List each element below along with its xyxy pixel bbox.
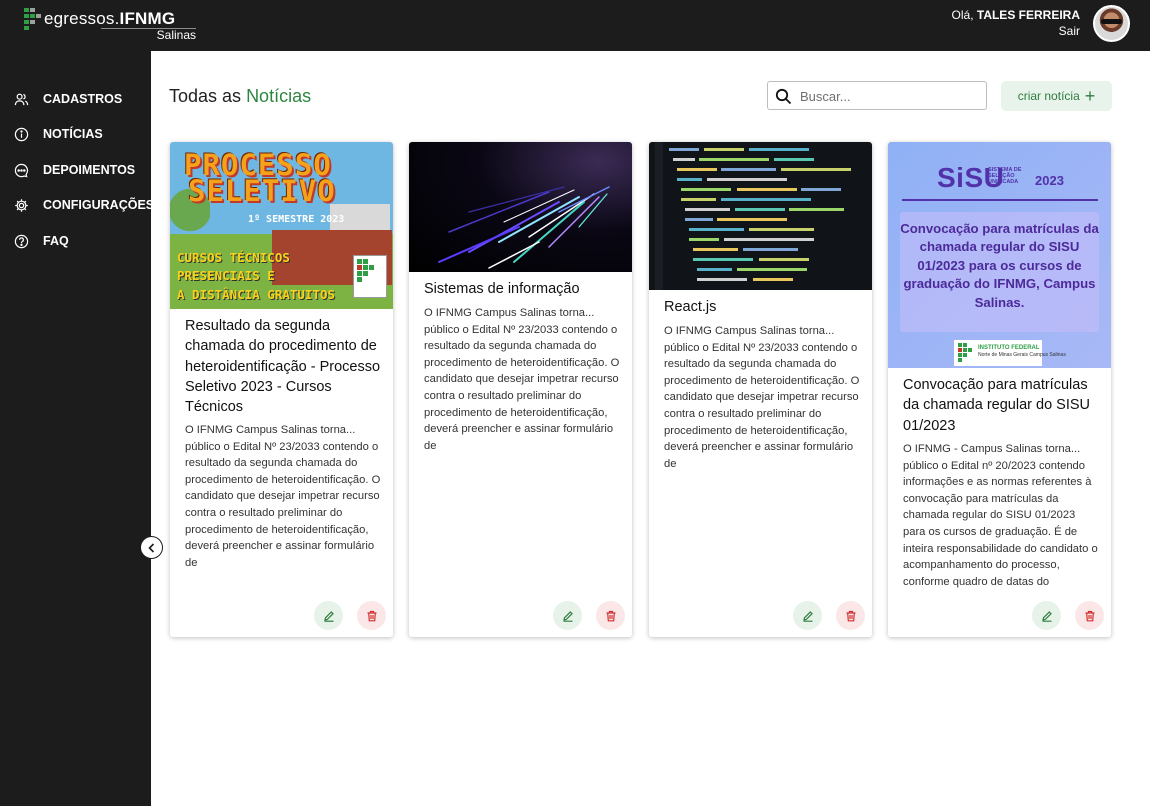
brand-logo[interactable]: egressos.IFNMG Salinas bbox=[24, 7, 196, 45]
search-box[interactable] bbox=[767, 81, 987, 110]
sidebar: CADASTROS NOTÍCIAS DEPOIMENTOS CONFIGURA… bbox=[0, 51, 154, 806]
trash-icon bbox=[606, 610, 615, 621]
delete-button[interactable] bbox=[1075, 601, 1104, 630]
trash-icon bbox=[367, 610, 376, 621]
edit-button[interactable] bbox=[553, 601, 582, 630]
page-title: Todas as Notícias bbox=[169, 86, 312, 106]
news-title[interactable]: React.js bbox=[664, 297, 860, 317]
news-excerpt: O IFNMG Campus Salinas torna... público … bbox=[424, 307, 620, 452]
sidebar-item-label: NOTÍCIAS bbox=[43, 127, 103, 141]
sidebar-item-noticias[interactable]: NOTÍCIAS bbox=[14, 124, 103, 144]
edit-button[interactable] bbox=[793, 601, 822, 630]
pencil-icon bbox=[802, 610, 813, 622]
trash-icon bbox=[1085, 610, 1094, 621]
create-news-label: criar notícia bbox=[1017, 89, 1080, 103]
news-image: PROCESSO SELETIVO 1º SEMESTRE 2023 CURSO… bbox=[170, 142, 393, 309]
brand-name: egressos.IFNMG bbox=[44, 9, 176, 28]
sidebar-item-label: CONFIGURAÇÕES bbox=[43, 198, 155, 212]
plus-icon: + bbox=[1084, 86, 1096, 106]
sidebar-item-depoimentos[interactable]: DEPOIMENTOS bbox=[14, 160, 135, 180]
logout-link[interactable]: Sair bbox=[952, 23, 1080, 39]
pencil-icon bbox=[323, 610, 334, 622]
news-card[interactable]: PROCESSO SELETIVO 1º SEMESTRE 2023 CURSO… bbox=[170, 142, 393, 637]
search-input[interactable] bbox=[800, 86, 980, 106]
chevron-left-icon bbox=[147, 542, 154, 553]
news-excerpt: O IFNMG Campus Salinas torna... público … bbox=[185, 424, 381, 569]
delete-button[interactable] bbox=[357, 601, 386, 630]
help-icon bbox=[14, 234, 29, 248]
info-icon bbox=[14, 127, 29, 141]
edit-button[interactable] bbox=[314, 601, 343, 630]
chat-icon bbox=[14, 163, 29, 177]
sidebar-item-cadastros[interactable]: CADASTROS bbox=[14, 89, 122, 109]
news-image: SiSU SISTEMA DE SELEÇÃO UNIFICADA 2023 C… bbox=[888, 142, 1111, 368]
edit-button[interactable] bbox=[1032, 601, 1061, 630]
sidebar-item-label: DEPOIMENTOS bbox=[43, 163, 136, 177]
news-card[interactable]: React.js O IFNMG Campus Salinas torna...… bbox=[649, 142, 872, 637]
sidebar-item-configuracoes[interactable]: CONFIGURAÇÕES bbox=[14, 195, 154, 215]
news-card[interactable]: Sistemas de informação O IFNMG Campus Sa… bbox=[409, 142, 632, 637]
user-info: Olá, TALES FERREIRA Sair bbox=[952, 7, 1080, 39]
news-image bbox=[649, 142, 872, 290]
users-icon bbox=[14, 93, 29, 105]
pencil-icon bbox=[562, 610, 573, 622]
user-name: TALES FERREIRA bbox=[976, 8, 1080, 22]
news-excerpt: O IFNMG Campus Salinas torna... público … bbox=[664, 325, 860, 470]
top-bar: egressos.IFNMG Salinas Olá, TALES FERREI… bbox=[0, 0, 1150, 51]
search-icon bbox=[775, 88, 792, 105]
sidebar-item-faq[interactable]: FAQ bbox=[14, 231, 69, 251]
institution-seal-icon bbox=[353, 255, 387, 298]
avatar[interactable] bbox=[1093, 5, 1130, 42]
news-title[interactable]: Sistemas de informação bbox=[424, 279, 620, 299]
user-greeting: Olá, bbox=[951, 8, 974, 22]
institution-seal: INSTITUTO FEDERAL Norte de Minas Gerais C… bbox=[954, 340, 1066, 366]
news-title[interactable]: Convocação para matrículas da chamada re… bbox=[903, 375, 1099, 436]
news-title[interactable]: Resultado da segunda chamada do procedim… bbox=[185, 316, 381, 417]
create-news-button[interactable]: criar notícia + bbox=[1001, 81, 1112, 111]
institution-seal-icon bbox=[958, 343, 974, 363]
trash-icon bbox=[846, 610, 855, 621]
gear-icon bbox=[15, 198, 28, 212]
pencil-icon bbox=[1041, 610, 1052, 622]
news-card[interactable]: SiSU SISTEMA DE SELEÇÃO UNIFICADA 2023 C… bbox=[888, 142, 1111, 637]
brand-campus: Salinas bbox=[156, 28, 196, 42]
delete-button[interactable] bbox=[836, 601, 865, 630]
sidebar-item-label: FAQ bbox=[43, 234, 69, 248]
sidebar-collapse-button[interactable] bbox=[140, 536, 163, 559]
delete-button[interactable] bbox=[596, 601, 625, 630]
sidebar-item-label: CADASTROS bbox=[43, 92, 123, 106]
logo-mark-icon bbox=[24, 8, 42, 30]
news-image bbox=[409, 142, 632, 272]
news-excerpt: O IFNMG - Campus Salinas torna... públic… bbox=[903, 443, 1098, 588]
